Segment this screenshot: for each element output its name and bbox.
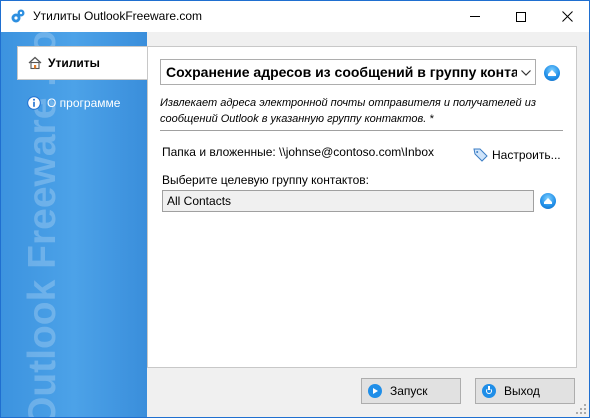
- contact-group-field[interactable]: All Contacts: [162, 190, 534, 212]
- start-button[interactable]: Запуск: [361, 378, 461, 404]
- tab-utilities[interactable]: Утилиты: [17, 46, 148, 80]
- utility-collapse-button[interactable]: [544, 65, 560, 81]
- maximize-button[interactable]: [498, 1, 544, 32]
- utility-select[interactable]: Сохранение адресов из сообщений в группу…: [160, 59, 536, 85]
- maximize-icon: [516, 11, 526, 22]
- info-icon: [27, 96, 41, 110]
- folder-path-label: Папка и вложенные: \\johnse@contoso.com\…: [162, 145, 434, 159]
- divider: [160, 130, 563, 131]
- contact-group-select-button[interactable]: [540, 193, 556, 209]
- settings-label: Настроить...: [492, 148, 561, 162]
- close-button[interactable]: [544, 1, 589, 32]
- chevron-down-icon: [517, 65, 535, 79]
- main-panel: Сохранение адресов из сообщений в группу…: [147, 46, 577, 368]
- exit-label: Выход: [504, 384, 540, 398]
- power-icon: [482, 384, 496, 398]
- exit-button[interactable]: Выход: [475, 378, 575, 404]
- close-icon: [561, 11, 573, 22]
- title-bar[interactable]: Утилиты OutlookFreeware.com: [1, 1, 589, 32]
- minimize-button[interactable]: [452, 1, 498, 32]
- resize-grip-icon[interactable]: [576, 404, 586, 414]
- settings-button[interactable]: Настроить...: [473, 148, 561, 162]
- start-label: Запуск: [390, 384, 428, 398]
- tag-icon: [473, 148, 488, 162]
- minimize-icon: [470, 16, 480, 17]
- utility-select-value: Сохранение адресов из сообщений в группу…: [166, 64, 517, 80]
- tab-utilities-label: Утилиты: [48, 56, 100, 70]
- utility-description: Извлекает адреса электронной почты отпра…: [160, 97, 536, 125]
- app-icon: [11, 9, 25, 23]
- tab-about[interactable]: О программе: [17, 86, 148, 120]
- window-title: Утилиты OutlookFreeware.com: [33, 9, 203, 23]
- play-icon: [368, 384, 382, 398]
- contact-group-label: Выберите целевую группу контактов:: [162, 173, 370, 187]
- home-icon: [28, 56, 42, 70]
- app-window: Утилиты OutlookFreeware.com Outlook Free…: [0, 0, 590, 418]
- tab-about-label: О программе: [47, 96, 121, 110]
